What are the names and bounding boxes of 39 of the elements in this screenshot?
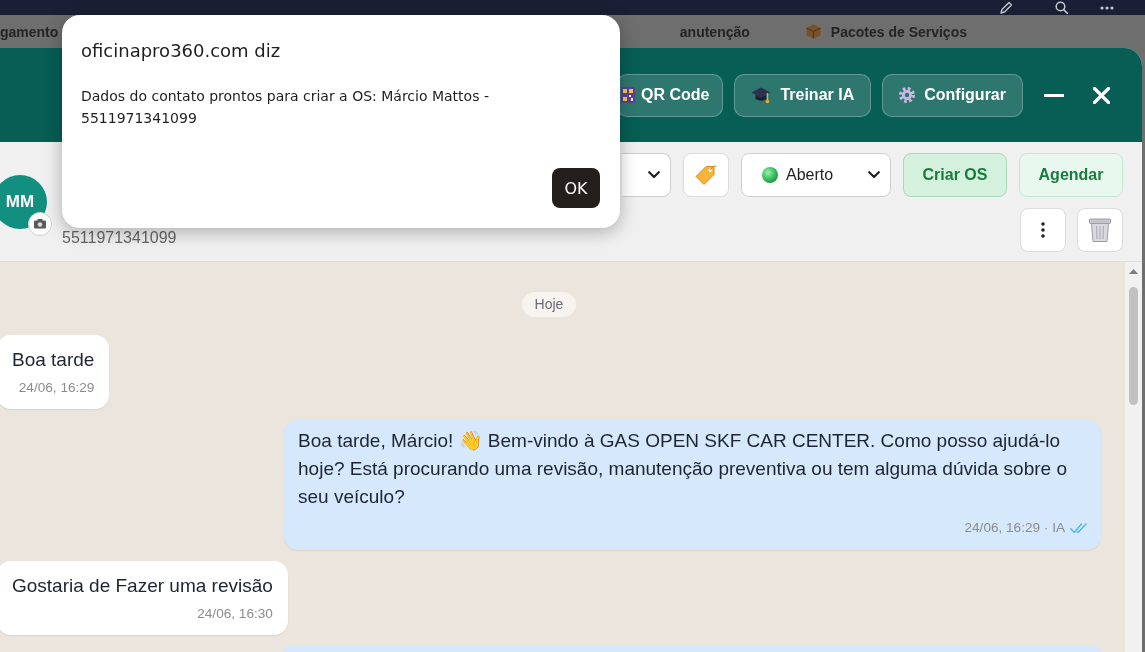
dialog-message: Dados do contato prontos para criar a OS: Márcio Mattos - 5511971341099 bbox=[81, 87, 490, 128]
nav-link[interactable]: Pacotes de Serviços bbox=[830, 23, 967, 40]
message-time: 24/06, 16:29 bbox=[18, 380, 95, 396]
scroll-up-arrow-icon[interactable] bbox=[1129, 269, 1138, 274]
camera-icon[interactable] bbox=[28, 212, 52, 236]
message-time: 24/06, 16:29 · IA bbox=[964, 520, 1065, 536]
minimize-icon[interactable] bbox=[1044, 93, 1064, 97]
dialog-title: oficinapro360.com diz bbox=[81, 40, 282, 62]
schedule-button[interactable]: Agendar bbox=[1019, 153, 1123, 197]
settings-button[interactable]: Configurar bbox=[882, 73, 1023, 117]
package-icon bbox=[805, 24, 821, 39]
kebab-menu-icon bbox=[1041, 222, 1045, 238]
chevron-down-icon bbox=[868, 171, 880, 179]
trash-icon bbox=[1089, 218, 1111, 242]
date-divider: Hoje bbox=[521, 292, 577, 317]
nav-link[interactable]: anutenção bbox=[679, 23, 750, 40]
more-icon[interactable] bbox=[1100, 5, 1114, 10]
ok-button[interactable]: OK bbox=[552, 168, 600, 208]
message-text: Gostaria de Fazer uma revisão bbox=[12, 574, 273, 598]
message-text: Boa tarde bbox=[12, 348, 95, 372]
scrollbar[interactable] bbox=[1125, 262, 1142, 652]
close-icon[interactable] bbox=[1093, 86, 1110, 104]
create-order-button[interactable]: Criar OS bbox=[903, 153, 1007, 197]
message-time: 24/06, 16:30 bbox=[197, 606, 273, 622]
train-ai-button[interactable]: Treinar IA bbox=[734, 73, 872, 117]
delete-button[interactable] bbox=[1077, 208, 1123, 252]
search-icon[interactable] bbox=[1055, 1, 1068, 14]
contact-phone: 5511971341099 bbox=[62, 229, 177, 247]
scrollbar-thumb[interactable] bbox=[1129, 287, 1138, 405]
gear-icon bbox=[899, 87, 916, 103]
tag-icon bbox=[695, 164, 717, 186]
chevron-down-icon bbox=[648, 171, 660, 179]
status-select[interactable]: Aberto bbox=[741, 153, 891, 197]
tag-button[interactable] bbox=[683, 153, 729, 197]
graduation-cap-icon bbox=[751, 86, 772, 104]
pen-icon[interactable] bbox=[1000, 1, 1013, 14]
message-text: Boa tarde, Márcio! 👋 Bem-vindo à GAS OPEN SKF CAR CENTER. Como posso ajudá-lo hoje? Está procurando uma revisão, manutenção preventiva ou tem alguma dúvida sobre o seu veículo? bbox=[298, 429, 1068, 509]
status-dot-icon bbox=[762, 167, 778, 183]
nav-link[interactable]: gamento bbox=[0, 23, 59, 40]
